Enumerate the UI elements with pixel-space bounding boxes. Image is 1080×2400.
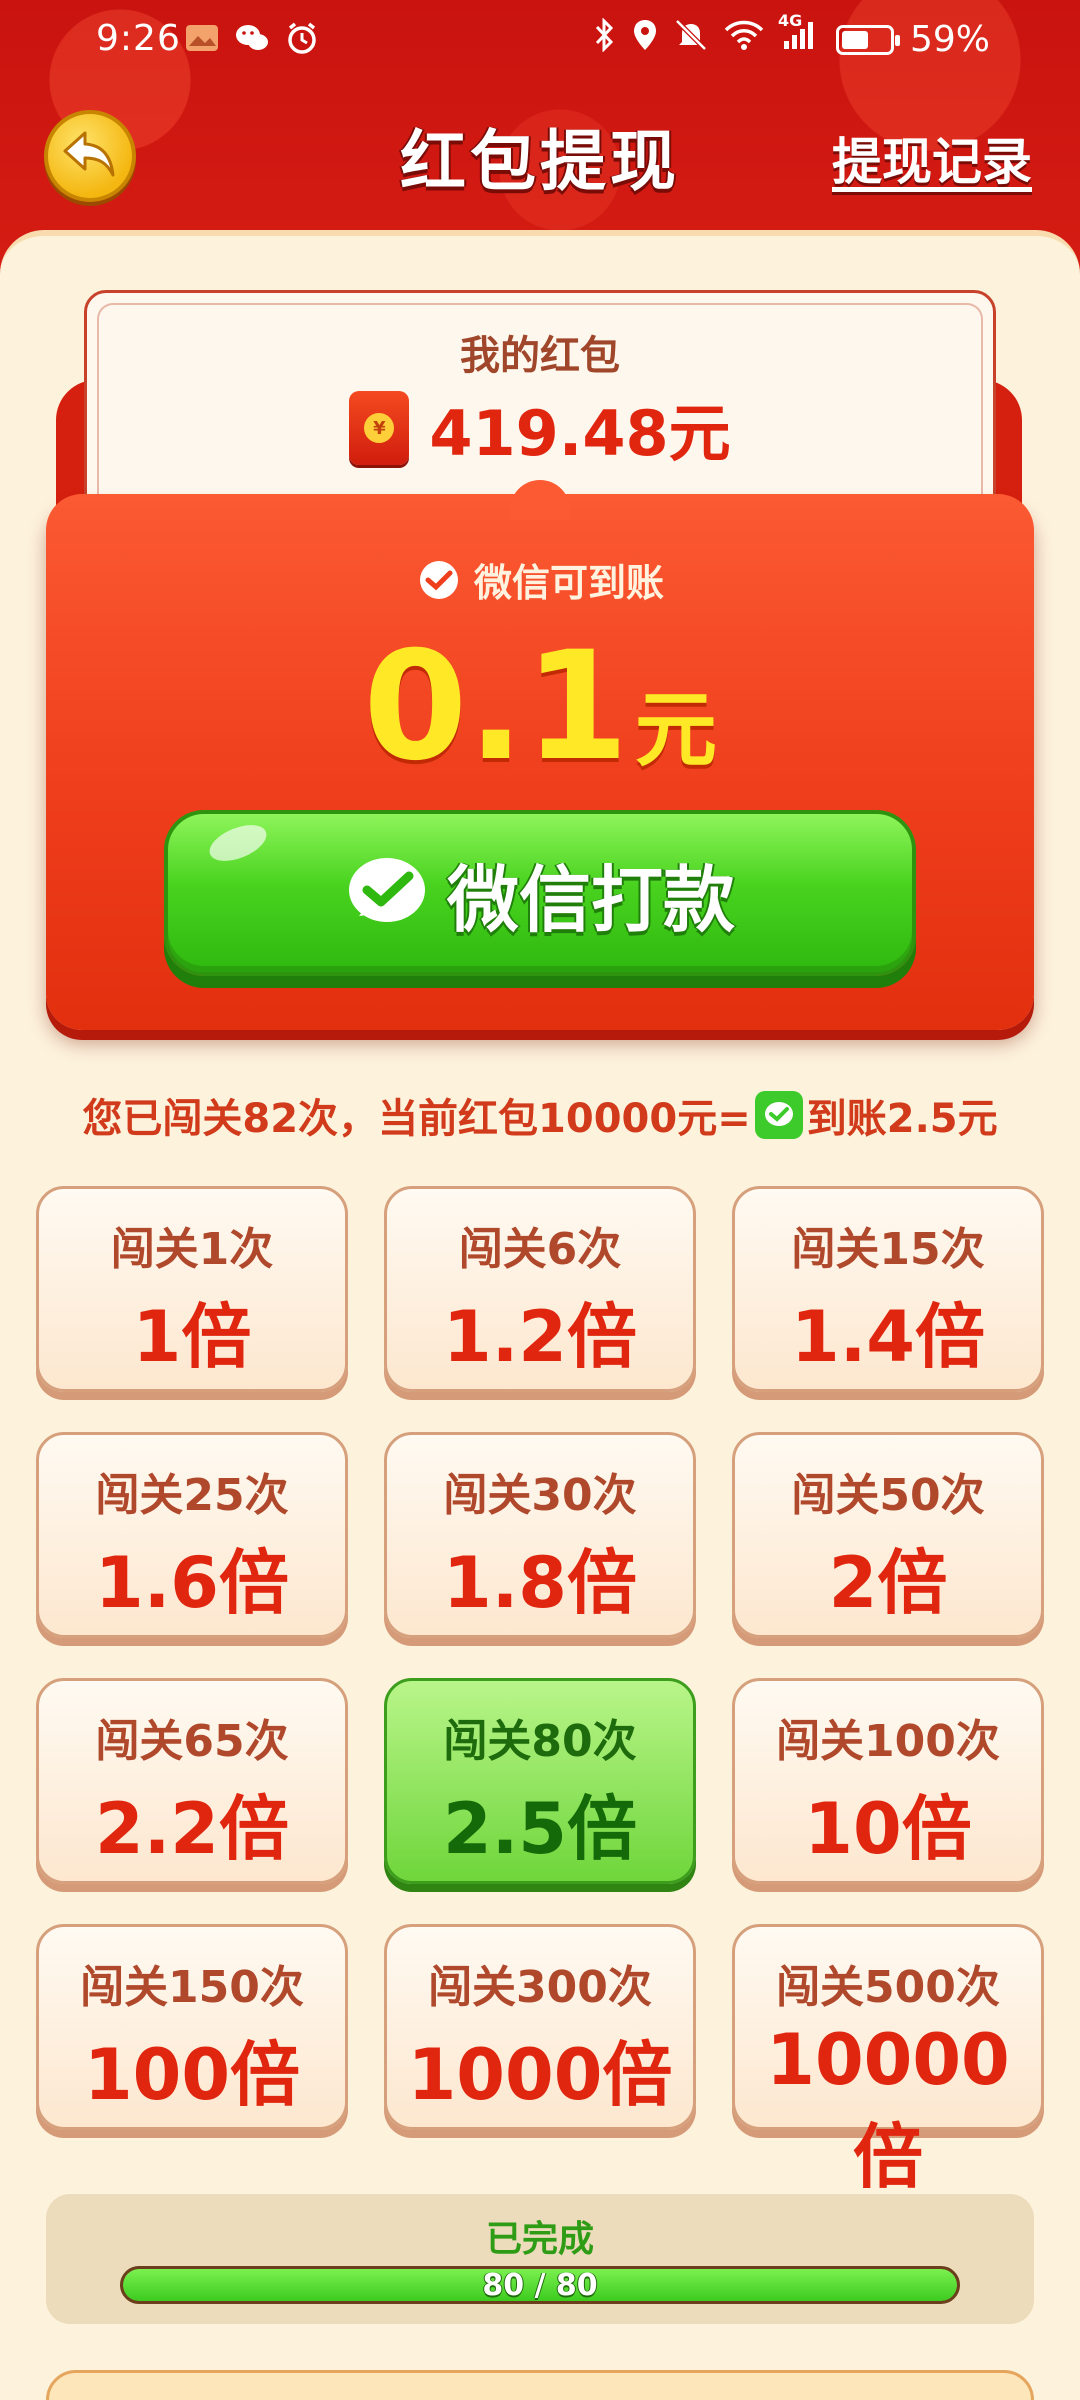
progress-description: 您已闯关82次，当前红包10000元= 到账2.5元 [0, 1086, 1080, 1144]
completion-label: 已完成 [485, 2219, 594, 2260]
tier-multiplier: 1.6倍 [94, 1542, 289, 1624]
bluetooth-icon [594, 17, 616, 61]
arrival-row: 微信可到账 [0, 552, 1080, 607]
tier-label: 闯关15次 [791, 1224, 985, 1275]
withdraw-record-link[interactable]: 提现记录 [832, 122, 1032, 194]
tier-multiplier: 2.5倍 [442, 1788, 637, 1870]
tier-multiplier: 1000倍 [407, 2034, 673, 2116]
balance-amount: 419.48元 [429, 397, 731, 470]
tier-multiplier: 10000倍 [766, 2019, 1010, 2198]
tier-multiplier: 2.2倍 [94, 1788, 289, 1870]
tier-label: 闯关300次 [428, 1962, 652, 2013]
wechat-icon [416, 560, 462, 600]
tier-label: 闯关500次 [776, 1962, 1000, 2013]
tier-label: 闯关30次 [443, 1470, 637, 1521]
status-time: 9:26 [96, 18, 181, 59]
tier-label: 闯关80次 [443, 1716, 637, 1767]
tier-card[interactable]: 闯关500次 10000倍 [732, 1924, 1044, 2198]
progress-bar: 80 / 80 [120, 2266, 960, 2304]
battery-icon [835, 24, 900, 55]
status-notification-icons [184, 20, 320, 56]
alarm-icon [284, 20, 320, 56]
network-type: 4G [777, 11, 803, 30]
tier-card[interactable]: 闯关30次 1.8倍 [384, 1432, 696, 1638]
progress-desc-arrival: 到账2.5元 [806, 1096, 998, 1142]
tier-card[interactable]: 闯关65次 2.2倍 [36, 1678, 348, 1884]
mute-icon [674, 18, 708, 61]
coin-symbol: ¥ [364, 413, 395, 443]
tier-multiplier: 1.8倍 [442, 1542, 637, 1624]
wechat-pay-button[interactable]: 微信打款 [164, 810, 916, 976]
tier-label: 闯关100次 [776, 1716, 1000, 1767]
tier-card[interactable]: 闯关150次 100倍 [36, 1924, 348, 2130]
tier-label: 闯关50次 [791, 1470, 985, 1521]
signal-icon: 4G [778, 11, 820, 60]
arrival-label: 微信可到账 [473, 561, 664, 605]
multiplier-grid: 闯关1次 1倍 闯关6次 1.2倍 闯关15次 1.4倍闯关25次 1.6倍 闯关30次 1.8… [36, 1186, 1044, 2198]
tier-label: 闯关65次 [95, 1716, 289, 1767]
tier-multiplier: 1.2倍 [442, 1296, 637, 1378]
status-system-icons: 4G 59% [594, 11, 990, 61]
completion-box: 已完成 80 / 80 [46, 2194, 1034, 2324]
wechat-icon [234, 20, 270, 56]
tier-label: 闯关150次 [80, 1962, 304, 2013]
arrival-unit: 元 [634, 683, 717, 778]
tier-card[interactable]: 闯关15次 1.4倍 [732, 1186, 1044, 1392]
arrival-amount: 0.1元 [0, 620, 1080, 794]
wechat-inline-icon [754, 1091, 803, 1139]
tier-multiplier: 1倍 [132, 1296, 252, 1378]
tier-multiplier: 100倍 [83, 2034, 301, 2116]
hongbao-icon: ¥ [349, 391, 410, 465]
progress-desc-text: 您已闯关82次，当前红包10000元= [82, 1096, 751, 1142]
wechat-check-icon [345, 854, 429, 932]
tier-label: 闯关1次 [110, 1224, 274, 1275]
gallery-icon [184, 20, 220, 56]
tier-card[interactable]: 闯关6次 1.2倍 [384, 1186, 696, 1392]
tier-card[interactable]: 闯关50次 2倍 [732, 1432, 1044, 1638]
tier-multiplier: 1.4倍 [790, 1296, 985, 1378]
tier-card[interactable]: 闯关80次 2.5倍 [384, 1678, 696, 1884]
progress-text: 80 / 80 [482, 2267, 598, 2303]
tier-card[interactable]: 闯关1次 1倍 [36, 1186, 348, 1392]
tier-card[interactable]: 闯关25次 1.6倍 [36, 1432, 348, 1638]
wifi-icon [724, 19, 764, 60]
location-icon [632, 18, 658, 61]
next-section-card [46, 2370, 1034, 2400]
tier-label: 闯关6次 [458, 1224, 622, 1275]
tier-card[interactable]: 闯关100次 10倍 [732, 1678, 1044, 1884]
battery-percent: 59% [909, 19, 990, 60]
balance-label: 我的红包 [460, 333, 620, 379]
tier-card[interactable]: 闯关300次 1000倍 [384, 1924, 696, 2130]
tier-label: 闯关25次 [95, 1470, 289, 1521]
tier-multiplier: 2倍 [828, 1542, 948, 1624]
tier-multiplier: 10倍 [804, 1788, 972, 1870]
status-bar: 9:26 4G 59% [0, 0, 1080, 80]
pay-button-label: 微信打款 [446, 857, 735, 942]
arrival-value: 0.1 [363, 620, 629, 794]
